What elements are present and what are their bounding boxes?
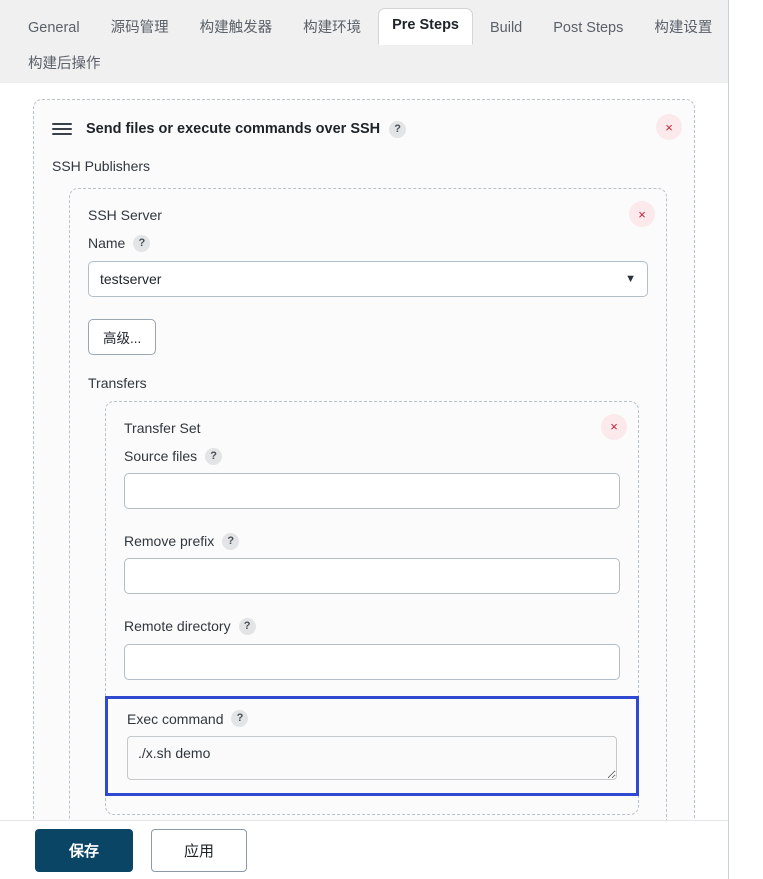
help-icon-remove-prefix[interactable]: ? xyxy=(222,532,240,550)
tab-build-settings[interactable]: 构建设置 xyxy=(640,12,726,46)
transfer-set-panel: × Transfer Set Source files ? Remove pre… xyxy=(105,400,639,816)
transfers-label: Transfers xyxy=(88,374,147,391)
builder-panel-ssh: × Send files or execute commands over SS… xyxy=(33,99,695,856)
builder-header: Send files or execute commands over SSH … xyxy=(52,114,676,144)
help-icon-source-files[interactable]: ? xyxy=(205,447,223,465)
exec-command-label: Exec command xyxy=(127,710,224,727)
ssh-publishers-label: SSH Publishers xyxy=(52,158,151,174)
remove-prefix-label: Remove prefix xyxy=(124,533,215,550)
help-icon-ssh-server-name[interactable]: ? xyxy=(133,234,151,252)
tab-row-secondary: 构建后操作 xyxy=(0,45,728,83)
drag-handle-icon[interactable] xyxy=(52,120,72,138)
exec-command-textarea[interactable]: ./x.sh demo xyxy=(127,736,617,781)
remove-ssh-publisher-button[interactable]: × xyxy=(629,201,655,227)
help-icon-remote-directory[interactable]: ? xyxy=(238,618,256,636)
remove-prefix-input[interactable] xyxy=(124,558,620,595)
transfer-set-label: Transfer Set Source files ? xyxy=(124,418,620,467)
ssh-server-name-select[interactable]: testserver xyxy=(88,260,648,297)
remote-directory-label: Remote directory xyxy=(124,618,231,635)
source-files-label: Source files xyxy=(124,447,198,464)
ssh-server-label-line1: SSH Server xyxy=(88,207,162,223)
remote-directory-input[interactable] xyxy=(124,643,620,680)
ssh-server-name-label: SSH Server Name ? xyxy=(88,205,648,254)
tab-source-management[interactable]: 源码管理 xyxy=(97,12,183,46)
advanced-button[interactable]: 高级... xyxy=(88,318,157,355)
source-files-input[interactable] xyxy=(124,473,620,510)
ssh-publisher-panel: × SSH Server Name ? testserver ▼ 高级... T… xyxy=(69,188,667,835)
remove-transfer-set-button[interactable]: × xyxy=(601,413,627,440)
help-icon-builder[interactable]: ? xyxy=(389,120,407,138)
ssh-server-name-select-wrap: testserver ▼ xyxy=(88,260,648,297)
save-button[interactable]: 保存 xyxy=(35,828,134,872)
builder-title: Send files or execute commands over SSH xyxy=(86,121,381,137)
tab-general[interactable]: General xyxy=(14,12,94,46)
tab-build[interactable]: Build xyxy=(476,12,536,46)
tab-build-environment[interactable]: 构建环境 xyxy=(289,12,375,46)
tab-row-primary: General 源码管理 构建触发器 构建环境 Pre Steps Build … xyxy=(0,0,728,45)
apply-button[interactable]: 应用 xyxy=(151,828,248,872)
ssh-server-label-line2: Name xyxy=(88,235,126,252)
transfer-set-title: Transfer Set xyxy=(124,419,201,436)
tab-build-triggers[interactable]: 构建触发器 xyxy=(186,12,287,46)
remote-directory-label-row: Remote directory ? xyxy=(124,616,620,636)
help-icon-exec-command[interactable]: ? xyxy=(231,710,249,728)
right-side-panel xyxy=(728,0,763,879)
config-form-body: environment variables × Send files or ex… xyxy=(0,83,728,879)
remove-prefix-label-row: Remove prefix ? xyxy=(124,531,620,551)
tab-post-build-actions[interactable]: 构建后操作 xyxy=(14,48,115,82)
page-root: General 源码管理 构建触发器 构建环境 Pre Steps Build … xyxy=(0,0,763,879)
exec-command-focused-block: Exec command ? ./x.sh demo xyxy=(105,695,639,797)
tab-post-steps[interactable]: Post Steps xyxy=(539,12,637,46)
config-tab-bar: General 源码管理 构建触发器 构建环境 Pre Steps Build … xyxy=(0,0,728,83)
tab-pre-steps[interactable]: Pre Steps xyxy=(378,7,473,45)
form-action-bar: 保存 应用 xyxy=(0,820,728,879)
exec-command-label-row: Exec command ? xyxy=(127,709,617,729)
remove-builder-button[interactable]: × xyxy=(656,114,682,140)
